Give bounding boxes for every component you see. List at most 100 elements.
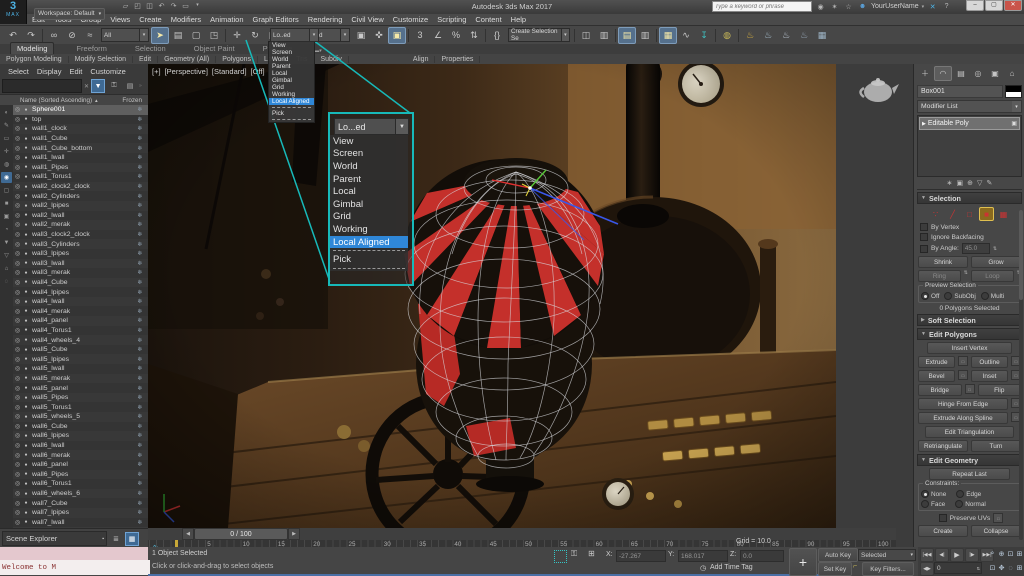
ribbon-panel-align[interactable]: Align (407, 56, 436, 63)
retriangulate-button[interactable]: Retriangulate (918, 440, 968, 452)
create-button[interactable]: Create (918, 525, 968, 537)
render-iterative-icon[interactable]: ♨ (795, 27, 813, 44)
orbit-icon[interactable]: ◌ (1006, 562, 1015, 574)
explorer-tool-icon-0[interactable]: ◐ (1, 107, 12, 118)
toggle-ribbon-icon[interactable]: ▦ (659, 27, 677, 44)
list-item[interactable]: ◎●wall6_Pipes❄ (13, 470, 148, 480)
visibility-eye-icon[interactable]: ◎ (13, 413, 22, 420)
menu-modifiers[interactable]: Modifiers (171, 15, 201, 24)
list-item[interactable]: ◎●wall5_merak❄ (13, 374, 148, 384)
vertex-subobject-icon[interactable]: ∵ (928, 207, 943, 221)
frozen-icon[interactable]: ❄ (132, 327, 148, 334)
stack-item-editable-poly[interactable]: ▶ Editable Poly ▣ (919, 117, 1020, 130)
state-sets-icon[interactable]: ▦ (813, 27, 831, 44)
explorer-tool-icon-4[interactable]: ◍ (1, 159, 12, 170)
list-item[interactable]: ◎●wall4_wheels_4❄ (13, 335, 148, 345)
list-item[interactable]: ◎●wall4_lpipes❄ (13, 287, 148, 297)
preserve-uvs-settings-icon[interactable]: □ (993, 513, 1003, 523)
go-to-start-button[interactable]: |◀◀ (920, 548, 934, 562)
list-item[interactable]: ◎●wall1_Pipes❄ (13, 163, 148, 173)
ribbon-panel-geometry--all-[interactable]: Geometry (All) (158, 56, 216, 63)
rollout-edit-polygons[interactable]: ▼Edit Polygons (917, 328, 1022, 340)
object-color-swatch[interactable] (1005, 85, 1022, 98)
rollout-soft-selection[interactable]: ▶Soft Selection (917, 314, 1022, 326)
frozen-icon[interactable]: ❄ (132, 106, 148, 113)
zoom-all-icon[interactable]: ⊕ (997, 548, 1006, 560)
list-item[interactable]: ◎●wall5_Pipes❄ (13, 393, 148, 403)
coord-option-view[interactable]: View (269, 42, 314, 49)
show-end-result-icon[interactable]: ▣ (957, 179, 964, 187)
frozen-icon[interactable]: ❄ (132, 183, 148, 190)
menu-create[interactable]: Create (139, 15, 162, 24)
explorer-view-combo[interactable]: Scene Explorer ▪ (2, 531, 107, 546)
visibility-toggle-icon[interactable]: ▣ (1011, 120, 1017, 127)
zoom-extents-all-icon[interactable]: ⊞ (1015, 548, 1024, 560)
list-item[interactable]: ◎●wall4_panel❄ (13, 316, 148, 326)
list-item[interactable]: ◎●wall3_merak❄ (13, 268, 148, 278)
visibility-eye-icon[interactable]: ◎ (13, 423, 22, 430)
undo-icon[interactable]: ↶ (4, 27, 22, 44)
extrude-button[interactable]: Extrude (918, 356, 955, 368)
preview-multi-radio[interactable] (981, 292, 989, 300)
make-unique-icon[interactable]: ⊕ (967, 179, 973, 187)
visibility-eye-icon[interactable]: ◎ (13, 125, 22, 132)
inset-button[interactable]: Inset (971, 370, 1008, 382)
coord-option-local[interactable]: Local (269, 70, 314, 77)
ribbon-panel-polygon-modeling[interactable]: Polygon Modeling (0, 56, 69, 63)
visibility-eye-icon[interactable]: ◎ (13, 471, 22, 478)
overflow-chevron-icon[interactable]: » (139, 83, 142, 89)
by-angle-spinner[interactable]: ⇅ (993, 246, 997, 252)
explorer-search-input[interactable] (2, 79, 82, 93)
command-panel-scrollbar[interactable] (1019, 210, 1023, 540)
explorer-tool-icon-9[interactable]: ◔ (1, 224, 12, 235)
explorer-tool-icon-10[interactable]: ▼ (1, 237, 12, 248)
coord-option-local[interactable]: Local (330, 185, 408, 198)
new-scene-icon[interactable]: ▱ (120, 2, 131, 10)
ribbon-panel-properties[interactable]: Properties (435, 56, 480, 63)
pan-icon[interactable]: ✥ (997, 562, 1006, 574)
explorer-options-icon[interactable]: ▤ (123, 79, 137, 93)
coord-option-parent[interactable]: Parent (269, 63, 314, 70)
visibility-eye-icon[interactable]: ◎ (13, 212, 22, 219)
key-icon[interactable]: ⌐ (853, 563, 857, 570)
frozen-icon[interactable]: ❄ (132, 164, 148, 171)
visibility-eye-icon[interactable]: ◎ (13, 154, 22, 161)
frozen-icon[interactable]: ❄ (132, 125, 148, 132)
frozen-icon[interactable]: ❄ (132, 452, 148, 459)
frozen-icon[interactable]: ❄ (132, 423, 148, 430)
next-frame-button[interactable]: |▶ (965, 548, 979, 562)
coord-option-working[interactable]: Working (269, 91, 314, 98)
frozen-icon[interactable]: ❄ (132, 375, 148, 382)
visibility-eye-icon[interactable]: ◎ (13, 500, 22, 507)
frozen-icon[interactable]: ❄ (132, 202, 148, 209)
visibility-eye-icon[interactable]: ◎ (13, 231, 22, 238)
explorer-menu-customize[interactable]: Customize (90, 67, 125, 76)
qat-redo-icon[interactable]: ↷ (168, 2, 179, 10)
preview-subobj-radio[interactable] (944, 292, 952, 300)
list-item[interactable]: ◎●wall2_Cylinders❄ (13, 191, 148, 201)
next-frame-arrow[interactable]: ▶ (288, 528, 300, 540)
list-item[interactable]: ◎●top❄ (13, 115, 148, 125)
search-icon[interactable]: ◉ (815, 3, 826, 11)
preview-off-radio[interactable] (921, 292, 929, 300)
visibility-eye-icon[interactable]: ◎ (13, 260, 22, 267)
visibility-eye-icon[interactable]: ◎ (13, 346, 22, 353)
time-slider-handle[interactable]: 0 / 100 (194, 528, 288, 540)
list-item[interactable]: ◎●wall1_Torus1❄ (13, 172, 148, 182)
explorer-tool-icon-1[interactable]: ✎ (1, 120, 12, 131)
visibility-eye-icon[interactable]: ◎ (13, 337, 22, 344)
configure-modifier-icon[interactable]: ✎ (986, 179, 992, 187)
edit-triangulation-button[interactable]: Edit Triangulation (925, 426, 1014, 438)
list-item[interactable]: ◎●wall7_lwall❄ (13, 518, 148, 528)
visibility-eye-icon[interactable]: ◎ (13, 519, 22, 526)
select-by-name-icon[interactable]: ▤ (169, 27, 187, 44)
list-item[interactable]: ◎●wall3_clock2_clock❄ (13, 230, 148, 240)
key-filters-button[interactable]: Key Filters... (862, 562, 914, 576)
constraint-face-radio[interactable] (921, 500, 929, 508)
pin-stack-icon[interactable]: ∗ (947, 179, 953, 187)
select-and-rotate-icon[interactable]: ↻ (246, 27, 264, 44)
visibility-eye-icon[interactable]: ◎ (13, 164, 22, 171)
zoom-icon[interactable]: ⌕ (988, 548, 997, 560)
coord-option-world[interactable]: World (330, 160, 408, 173)
by-angle-checkbox[interactable] (920, 245, 928, 253)
